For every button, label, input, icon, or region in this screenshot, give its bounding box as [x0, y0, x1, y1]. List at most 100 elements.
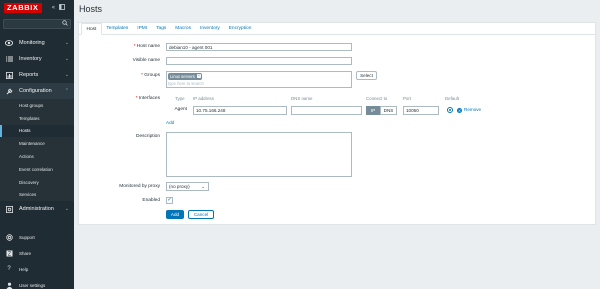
group-chip-label: Linux servers	[170, 73, 195, 79]
list-icon	[5, 55, 13, 63]
interface-type: Agent	[174, 107, 187, 112]
connect-ip-toggle[interactable]: IP	[366, 105, 380, 115]
share-label: Share	[19, 250, 32, 256]
submenu-services[interactable]: Services	[0, 189, 74, 202]
proxy-label: Monitored by proxy	[119, 184, 160, 189]
share-link[interactable]: Z Share	[0, 245, 74, 261]
tab-encryption[interactable]: Encryption	[224, 23, 256, 34]
group-chip[interactable]: Linux servers ×	[168, 72, 202, 80]
menu-administration[interactable]: Administration ⌄	[0, 201, 74, 217]
share-icon: Z	[5, 249, 13, 257]
interface-ip-input[interactable]: 10.75.166.248	[193, 105, 287, 115]
sidebar-bottom: Support Z Share ? Help User settings	[0, 229, 74, 289]
host-name-label-text: Host name	[136, 44, 160, 49]
sidebar-controls: «	[52, 4, 66, 12]
col-ip-address: IP address	[193, 96, 214, 101]
cancel-button[interactable]: Cancel	[188, 210, 214, 219]
menu-label: Monitoring	[19, 40, 45, 46]
gear-icon	[5, 205, 13, 213]
menu-configuration[interactable]: Configuration ⌃	[0, 83, 74, 99]
interface-port-input[interactable]: 10050	[403, 105, 439, 115]
user-settings-link[interactable]: User settings	[0, 277, 74, 289]
host-name-input[interactable]: debian10 - agent 001	[166, 43, 352, 51]
chevron-down-icon: ⌄	[64, 72, 69, 78]
proxy-select[interactable]: (no proxy) ⌄	[166, 182, 209, 191]
enabled-label: Enabled	[142, 198, 160, 203]
remove-interface-link[interactable]: Remove	[464, 107, 481, 112]
default-interface-radio[interactable]	[447, 107, 453, 113]
configuration-submenu: Host groups Templates Hosts Maintenance …	[0, 99, 74, 202]
eye-icon	[5, 39, 13, 47]
user-settings-label: User settings	[19, 282, 46, 288]
interfaces-label-text: Interfaces	[138, 96, 160, 101]
tab-templates[interactable]: Templates	[102, 23, 133, 34]
tab-macros[interactable]: Macros	[171, 23, 196, 34]
menu-label: Reports	[19, 72, 39, 78]
menu-monitoring[interactable]: Monitoring ⌄	[0, 35, 74, 51]
chevron-up-icon: ⌃	[64, 88, 69, 94]
search-icon[interactable]	[62, 20, 68, 26]
tab-inventory[interactable]: Inventory	[196, 23, 225, 34]
groups-search-placeholder[interactable]: type here to search	[168, 81, 204, 86]
sidebar-header: ZABBIX «	[0, 0, 74, 16]
svg-text:Z: Z	[7, 251, 11, 257]
sidebar: ZABBIX « Monitoring ⌄ Inventory ⌄ Report…	[0, 0, 74, 289]
sidebar-search	[3, 19, 71, 29]
submenu-host-groups[interactable]: Host groups	[0, 99, 74, 112]
tab-tags[interactable]: Tags	[152, 23, 171, 34]
add-interface-link[interactable]: Add	[166, 120, 174, 125]
main-menu: Monitoring ⌄ Inventory ⌄ Reports ⌄ Confi…	[0, 35, 74, 217]
wrench-icon	[5, 87, 13, 95]
host-form-panel: Host Templates IPMI Tags Macros Inventor…	[78, 22, 596, 225]
chevron-down-icon: ⌄	[64, 206, 69, 213]
remove-chip-icon[interactable]: ×	[196, 73, 201, 78]
menu-inventory[interactable]: Inventory ⌄	[0, 51, 74, 67]
question-icon: ?	[7, 266, 11, 272]
submenu-hosts[interactable]: Hosts	[0, 124, 74, 138]
interface-dns-input[interactable]	[291, 105, 362, 115]
help-label: Help	[19, 266, 29, 272]
support-link[interactable]: Support	[0, 229, 74, 245]
connect-dns-toggle[interactable]: DNS	[380, 105, 397, 115]
chevron-down-icon: ⌄	[64, 56, 69, 62]
submenu-templates[interactable]: Templates	[0, 112, 74, 125]
col-type: Type	[175, 96, 185, 101]
collapse-icon[interactable]: «	[52, 4, 56, 12]
menu-reports[interactable]: Reports ⌄	[0, 67, 74, 83]
popout-icon[interactable]	[59, 4, 66, 12]
chevron-down-icon: ⌄	[201, 184, 205, 189]
bar-chart-icon	[5, 71, 13, 79]
proxy-select-value: (no proxy)	[169, 184, 190, 189]
col-default: Default	[445, 96, 459, 101]
col-dns-name: DNS name	[291, 96, 313, 101]
groups-label: * Groups	[141, 73, 160, 78]
submenu-discovery[interactable]: Discovery	[0, 176, 74, 189]
groups-label-text: Groups	[144, 73, 160, 78]
menu-label: Administration	[19, 206, 54, 213]
interfaces-label: * Interfaces	[136, 96, 160, 101]
help-link[interactable]: ? Help	[0, 261, 74, 277]
zabbix-logo[interactable]: ZABBIX	[4, 3, 42, 13]
submenu-actions[interactable]: Actions	[0, 150, 74, 163]
tab-host[interactable]: Host	[81, 23, 102, 35]
chevron-down-icon: ⌄	[64, 40, 69, 46]
menu-label: Inventory	[19, 56, 42, 62]
add-button[interactable]: Add	[166, 210, 184, 219]
remove-icon[interactable]: ×	[457, 107, 462, 113]
enabled-checkbox[interactable]: ✓	[166, 196, 173, 204]
tab-bar: Host Templates IPMI Tags Macros Inventor…	[79, 23, 595, 35]
host-name-label: * Host name	[134, 44, 160, 49]
submenu-event-correlation[interactable]: Event correlation	[0, 163, 74, 176]
user-icon	[5, 281, 13, 289]
main-content: Hosts Host Templates IPMI Tags Macros In…	[74, 0, 600, 289]
visible-name-label: Visible name	[132, 58, 160, 63]
description-textarea[interactable]	[166, 132, 352, 177]
visible-name-input[interactable]	[166, 57, 352, 65]
menu-label: Configuration	[19, 88, 52, 94]
submenu-maintenance[interactable]: Maintenance	[0, 137, 74, 150]
col-port: Port	[403, 96, 412, 101]
tab-ipmi[interactable]: IPMI	[133, 23, 152, 34]
page-title: Hosts	[79, 4, 103, 14]
select-groups-button[interactable]: Select	[356, 71, 377, 80]
search-input[interactable]	[3, 19, 71, 29]
